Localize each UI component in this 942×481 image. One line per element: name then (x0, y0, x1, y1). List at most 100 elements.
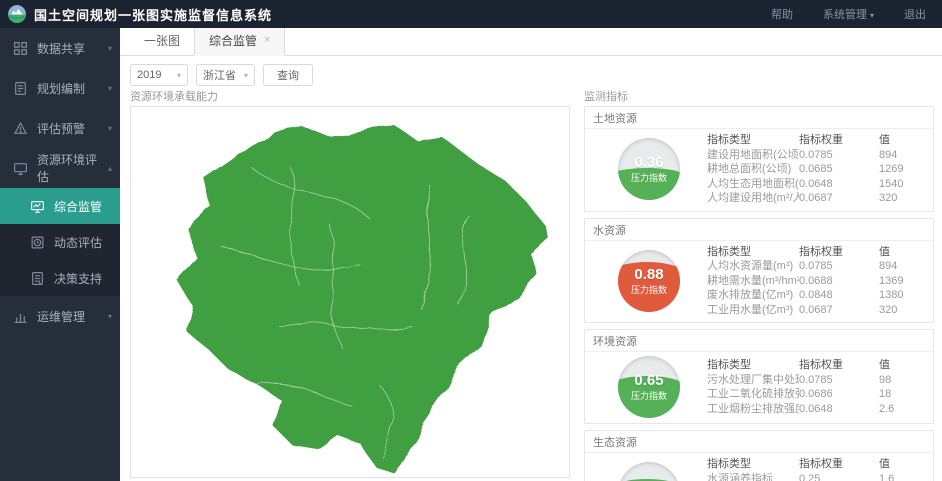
gauge-label: 压力指数 (631, 171, 667, 184)
sidebar-subitem-label: 决策支持 (54, 270, 102, 287)
column-header: 指标权重 (799, 358, 879, 373)
sidebar-item-规划编制[interactable]: 规划编制 ▾ (0, 68, 120, 108)
cell-indicator-weight: 0.0687 (799, 303, 879, 318)
cell-indicator-value: 1380 (879, 288, 923, 303)
tab-label: 综合监管 (209, 32, 257, 49)
monitor-icon (13, 161, 28, 176)
cell-indicator-value: 894 (879, 148, 923, 163)
nav-system-admin[interactable]: 系统管理▾ (823, 6, 874, 22)
indicators-column: 监测指标 土地资源0.36压力指数指标类型指标权重值建设用地面积(公顷)0.07… (584, 90, 934, 481)
gauge-text: 0.76压力指数 (618, 462, 680, 481)
sidebar-item-数据共享[interactable]: 数据共享▾ (0, 28, 120, 68)
table-row: 水源涵养指标0.251.6 (707, 472, 923, 481)
sidebar-item-label: 评估预警 (37, 120, 85, 137)
top-header: 国土空间规划一张图实施监督信息系统 帮助 系统管理▾ 退出 (0, 0, 942, 28)
indicator-table: 指标类型指标权重值污水处理厂集中处理率(%)0.078598工业二氧化硫排放强度… (707, 358, 923, 416)
indicator-card-水资源: 水资源0.88压力指数指标类型指标权重值人均水资源量(m³)0.0785894耕… (584, 218, 934, 324)
cell-indicator-weight: 0.25 (799, 472, 879, 481)
sidebar-item-label: 数据共享 (37, 40, 85, 57)
sidebar-item-label: 资源环境评估 (37, 151, 108, 185)
card-section-title: 生态资源 (585, 431, 933, 453)
gauge-text: 0.88压力指数 (618, 250, 680, 312)
cell-indicator-value: 320 (879, 303, 923, 318)
main-area: 一张图综合监管× 2019 ▾ 浙江省 ▾ 查询 资源环境承载能力 (120, 28, 942, 481)
cell-indicator-type: 耕地需水量(m³/hm²) (707, 274, 799, 289)
column-header: 指标类型 (707, 358, 799, 373)
nav-help[interactable]: 帮助 (771, 6, 793, 22)
warning-icon (13, 121, 28, 136)
card-section-title: 水资源 (585, 219, 933, 241)
cell-indicator-type: 耕地总面积(公顷) (707, 162, 799, 177)
filter-bar: 2019 ▾ 浙江省 ▾ 查询 (120, 56, 942, 86)
pressure-gauge: 0.88压力指数 (618, 250, 680, 312)
gauge-label: 压力指数 (631, 283, 667, 296)
table-row: 废水排放量(亿m³)0.08481380 (707, 288, 923, 303)
tab-label: 一张图 (144, 32, 180, 49)
sidebar-item-评估预警[interactable]: 评估预警 ▾ (0, 108, 120, 148)
cell-indicator-value: 894 (879, 259, 923, 274)
column-header: 值 (879, 245, 923, 260)
table-row: 工业烟粉尘排放强度(m²/人)0.06482.6 (707, 402, 923, 417)
indicator-table: 指标类型指标权重值水源涵养指标0.251.6受保护区域面积占比(%)0.2547… (707, 457, 923, 481)
indicator-card-环境资源: 环境资源0.65压力指数指标类型指标权重值污水处理厂集中处理率(%)0.0785… (584, 329, 934, 424)
table-row: 耕地总面积(公顷)0.06851269 (707, 162, 923, 177)
table-row: 建设用地面积(公顷)0.0785894 (707, 148, 923, 163)
year-select[interactable]: 2019 ▾ (130, 64, 188, 86)
nav-logout[interactable]: 退出 (904, 6, 926, 22)
cell-indicator-type: 水源涵养指标 (707, 472, 799, 481)
app-root: 国土空间规划一张图实施监督信息系统 帮助 系统管理▾ 退出 数据共享▾规划编制▾… (0, 0, 942, 481)
column-header: 指标类型 (707, 457, 799, 472)
cell-indicator-type: 人均建设用地(m²/人) (707, 191, 799, 206)
cell-indicator-weight: 0.0785 (799, 148, 879, 163)
cell-indicator-weight: 0.0686 (799, 387, 879, 402)
chevron-down-icon: ▾ (108, 312, 112, 321)
column-header: 指标类型 (707, 133, 799, 148)
sidebar-item-label: 规划编制 (37, 80, 85, 97)
sidebar-subitem-label: 综合监管 (54, 198, 102, 215)
sidebar-item-资源环境评估[interactable]: 资源环境评估▴ (0, 148, 120, 188)
query-button[interactable]: 查询 (263, 64, 313, 86)
chevron-up-icon: ▴ (108, 164, 112, 173)
sidebar-subitem-综合监管[interactable]: 综合监管 (0, 188, 120, 224)
cell-indicator-weight: 0.0648 (799, 177, 879, 192)
cell-indicator-type: 人均生态用地面积(m²/人) (707, 177, 799, 192)
chevron-down-icon: ▾ (244, 71, 248, 80)
pressure-gauge: 0.76压力指数 (618, 462, 680, 481)
cell-indicator-weight: 0.0785 (799, 259, 879, 274)
clock-doc-icon (30, 235, 45, 250)
app-logo-icon (8, 5, 26, 23)
gauge-value: 0.65 (634, 372, 663, 389)
cell-indicator-value: 18 (879, 387, 923, 402)
pressure-gauge: 0.36压力指数 (618, 138, 680, 200)
indicator-card-土地资源: 土地资源0.36压力指数指标类型指标权重值建设用地面积(公顷)0.0785894… (584, 106, 934, 212)
sidebar-item-运维管理[interactable]: 运维管理▾ (0, 296, 120, 336)
region-select[interactable]: 浙江省 ▾ (196, 64, 255, 86)
gauge-label: 压力指数 (631, 389, 667, 402)
region-select-value: 浙江省 (203, 67, 236, 83)
year-select-value: 2019 (137, 69, 161, 81)
gauge-wrap: 0.76压力指数 (591, 462, 707, 481)
cell-indicator-type: 污水处理厂集中处理率(%) (707, 373, 799, 388)
chevron-down-icon: ▾ (108, 84, 112, 93)
bar-chart-icon (13, 309, 28, 324)
app-title: 国土空间规划一张图实施监督信息系统 (34, 5, 272, 24)
document-icon (13, 81, 28, 96)
indicators-title: 监测指标 (584, 90, 934, 106)
gauge-wrap: 0.65压力指数 (591, 356, 707, 418)
tab-综合监管[interactable]: 综合监管 × (194, 28, 285, 56)
chevron-down-icon: ▾ (108, 124, 112, 133)
pressure-gauge: 0.65压力指数 (618, 356, 680, 418)
cell-indicator-type: 废水排放量(亿m³) (707, 288, 799, 303)
sidebar-subitem-决策支持[interactable]: 决策支持 (0, 260, 120, 296)
column-header: 指标权重 (799, 457, 879, 472)
gauge-value: 0.88 (634, 266, 663, 283)
card-section-title: 环境资源 (585, 330, 933, 352)
province-map (131, 107, 569, 477)
tab-close-icon[interactable]: × (264, 35, 270, 46)
cell-indicator-type: 建设用地面积(公顷) (707, 148, 799, 163)
tab-一张图[interactable]: 一张图 (130, 28, 194, 55)
cell-indicator-value: 98 (879, 373, 923, 388)
table-header-row: 指标类型指标权重值 (707, 457, 923, 472)
map-viewport[interactable] (130, 106, 570, 478)
sidebar-subitem-动态评估[interactable]: 动态评估 (0, 224, 120, 260)
